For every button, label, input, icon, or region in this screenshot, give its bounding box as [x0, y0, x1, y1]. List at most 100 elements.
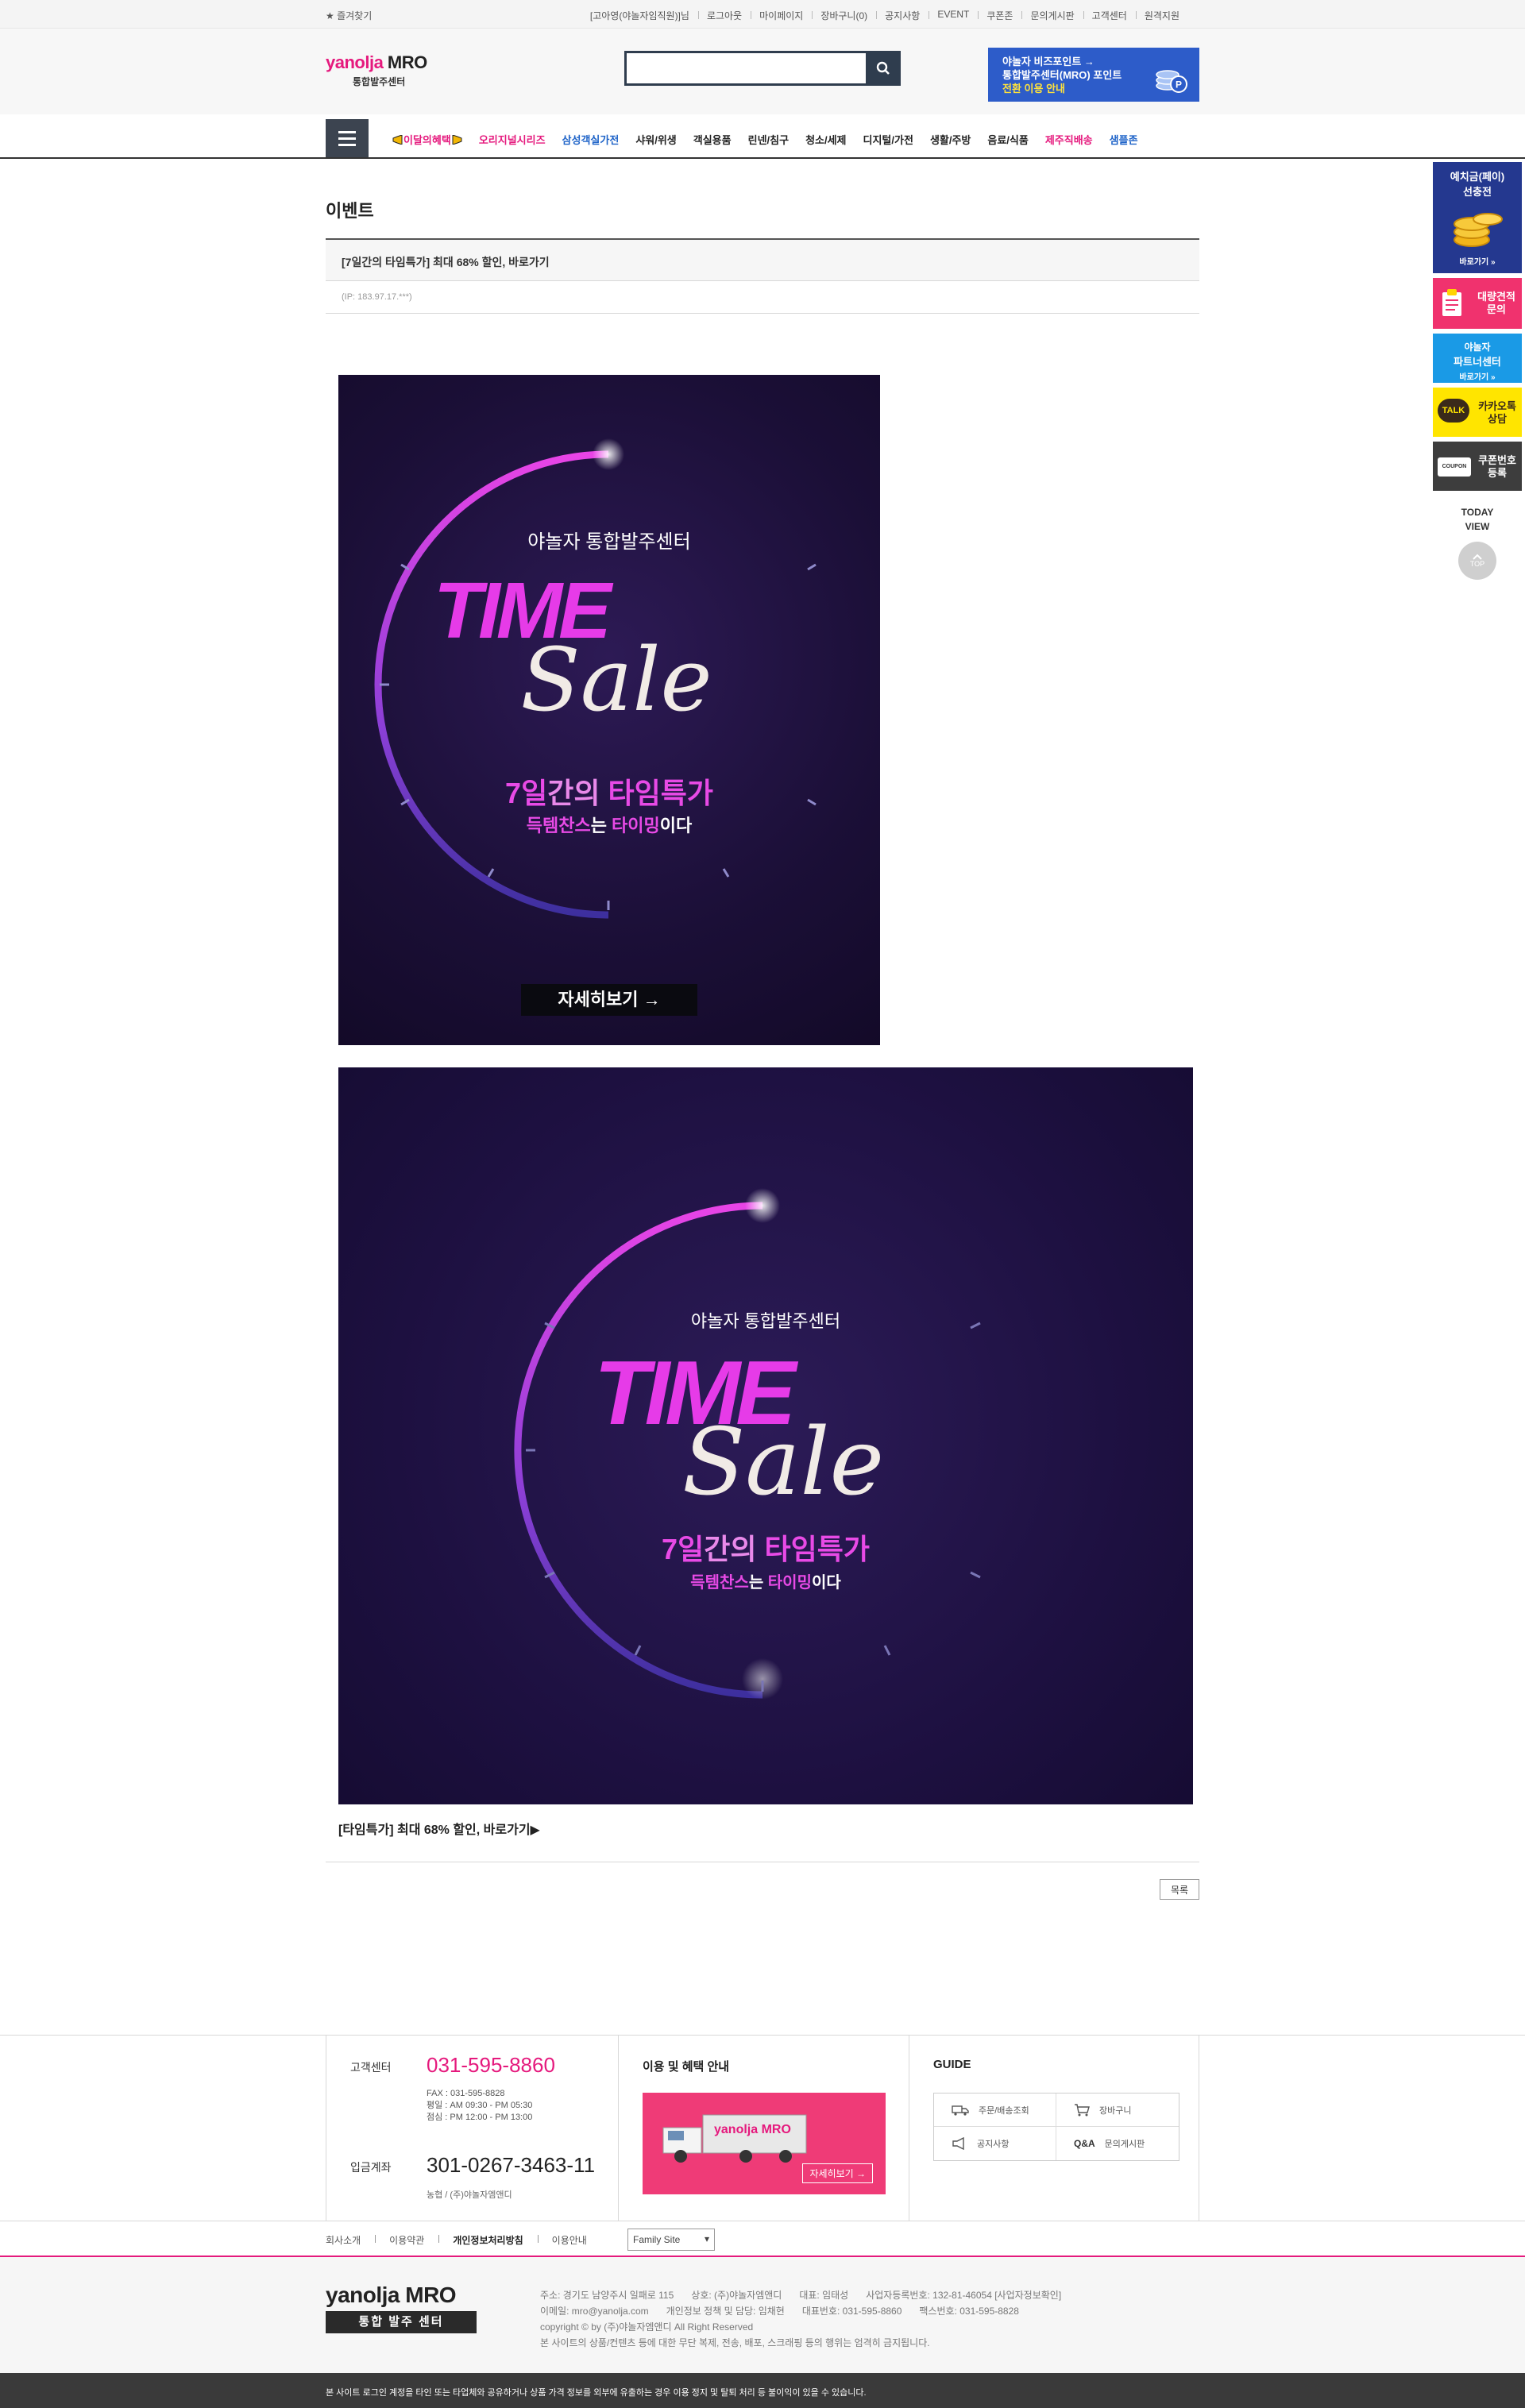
category-nav: 이달의혜택 오리지널시리즈 삼성객실가전 샤워/위생 객실용품 린넨/침구 청소…: [0, 114, 1525, 159]
event-link-caption[interactable]: [타임특가] 최대 68% 할인, 바로가기▶: [338, 1819, 540, 1838]
guide-label: 장바구니: [1099, 2105, 1132, 2116]
event-banner-vertical[interactable]: 야놀자 통합발주센터 TIME Sale 7일간의 타임특가 득템찬스는 타이밍…: [338, 375, 880, 1045]
guide-grid: 주문/배송조회 장바구니 공지사항 Q&A 문의게시판: [933, 2093, 1179, 2161]
guide-title: GUIDE: [933, 2058, 971, 2071]
guide-cart[interactable]: 장바구니: [1056, 2093, 1179, 2127]
banner-line-2: 득템찬스는 타이밍이다: [690, 1574, 841, 1592]
quick-label: 예치금(페이): [1450, 171, 1505, 183]
chevron-up-icon: [1473, 554, 1482, 560]
nav-digital[interactable]: 디지털/가전: [863, 132, 913, 147]
coins-icon: P: [1156, 70, 1187, 93]
benefit-more-button[interactable]: 자세히보기 →: [802, 2163, 873, 2183]
footer-link-guide[interactable]: 이용안내: [537, 2233, 601, 2247]
family-site-select[interactable]: Family Site: [627, 2229, 715, 2251]
guide-order-tracking[interactable]: 주문/배송조회: [934, 2093, 1056, 2127]
inquiry-board-link[interactable]: 문의게시판: [1021, 9, 1083, 22]
top-label: TOP: [1469, 560, 1485, 568]
benefit-banner[interactable]: yanolja MRO 자세히보기 →: [643, 2093, 886, 2194]
nav-linen[interactable]: 린넨/침구: [748, 132, 789, 147]
site-header: yanolja MRO 통합발주센터 야놀자 비즈포인트 → 통합발주센터(MR…: [0, 29, 1525, 114]
clipboard-icon: [1442, 289, 1461, 316]
cs-phone-number: 031-595-8860: [427, 2053, 555, 2077]
quick-link: 바로가기 »: [1459, 373, 1496, 382]
talk-bubble-icon: TALK: [1438, 399, 1469, 423]
footer-logo-text: yanolja MRO: [326, 2283, 457, 2307]
nav-kitchen[interactable]: 생활/주방: [930, 132, 971, 147]
post-subject: [7일간의 타임특가] 최대 68% 할인, 바로가기: [326, 238, 1199, 281]
today-view[interactable]: TODAY VIEW: [1433, 505, 1522, 534]
coupon-zone-link[interactable]: 쿠폰존: [978, 9, 1021, 22]
prepay-charge-button[interactable]: 예치금(페이) 선충전 바로가기 »: [1433, 162, 1522, 273]
guide-label: 주문/배송조회: [979, 2105, 1029, 2116]
banner-sale: Sale: [681, 1409, 885, 1516]
nav-cleaning[interactable]: 청소/세제: [805, 132, 846, 147]
nav-sample-zone[interactable]: 샘플존: [1110, 132, 1138, 147]
customer-center-panel: 고객센터 031-595-8860 FAX : 031-595-8828 평일 …: [326, 2036, 618, 2221]
quick-label: 상담: [1488, 413, 1507, 425]
nav-food[interactable]: 음료/식품: [987, 132, 1028, 147]
footer-links: 회사소개 이용약관 개인정보처리방침 이용안내: [326, 2233, 601, 2247]
bank-account-number: 301-0267-3463-11: [427, 2153, 596, 2177]
quick-label: 문의: [1487, 303, 1506, 315]
quick-link: 바로가기 »: [1459, 258, 1496, 267]
banner-line-1: 7일간의 타임특가: [662, 1533, 870, 1565]
today-label: VIEW: [1465, 521, 1490, 532]
megaphone-icon: [952, 2137, 964, 2150]
cart-link[interactable]: 장바구니(0): [812, 9, 876, 22]
mypage-link[interactable]: 마이페이지: [751, 9, 812, 22]
event-link[interactable]: EVENT: [929, 9, 978, 22]
search-icon: [876, 61, 890, 75]
all-category-button[interactable]: [326, 119, 369, 157]
bulk-quote-button[interactable]: 대량견적 문의: [1433, 278, 1522, 329]
nav-label: 이달의혜택: [403, 134, 451, 146]
svg-text:P: P: [1176, 79, 1182, 91]
guide-notice[interactable]: 공지사항: [934, 2127, 1056, 2160]
bank-holder: 농협 / (주)야놀자엠앤디: [427, 2190, 512, 2200]
favorite-link[interactable]: ★ 즐겨찾기: [326, 9, 372, 22]
kakaotalk-button[interactable]: TALK 카카오톡 상담: [1433, 388, 1522, 437]
remote-support-link[interactable]: 원격지원: [1135, 9, 1188, 22]
scroll-top-button[interactable]: TOP: [1458, 542, 1496, 580]
event-banner-wide[interactable]: 야놀자 통합발주센터 TIME Sale 7일간의 타임특가 득템찬스는 타이밍…: [338, 1067, 1193, 1804]
category-list: 이달의혜택 오리지널시리즈 삼성객실가전 샤워/위생 객실용품 린넨/침구 청소…: [392, 132, 1138, 147]
coupon-register-button[interactable]: COUPON 쿠폰번호 등록: [1433, 442, 1522, 491]
footer-link-privacy[interactable]: 개인정보처리방침: [438, 2233, 537, 2247]
nav-jeju[interactable]: 제주직배송: [1045, 132, 1093, 147]
partner-center-button[interactable]: 야놀자 파트너센터 바로가기 »: [1433, 334, 1522, 383]
quick-label: 파트너센터: [1454, 356, 1501, 368]
quick-label: 쿠폰번호: [1478, 454, 1516, 466]
customer-center-link[interactable]: 고객센터: [1083, 9, 1136, 22]
cs-hours: FAX : 031-595-8828 평일 : AM 09:30 - PM 05…: [427, 2089, 533, 2122]
footer-link-about[interactable]: 회사소개: [326, 2233, 375, 2247]
banner-header: 야놀자 통합발주센터: [527, 531, 691, 553]
banner-line-1: 7일간의 타임특가: [505, 777, 713, 809]
quick-label: 카카오톡: [1478, 400, 1516, 412]
logout-link[interactable]: 로그아웃: [697, 9, 751, 22]
company-details: 주소: 경기도 남양주시 일패로 115 상호: (주)야놀자엠앤디 대표: 임태성…: [540, 2290, 1062, 2348]
delivery-truck-icon: [952, 2105, 969, 2116]
footer-warning-text: 본 사이트 로그인 계정을 타인 또는 타업체와 공유하거나 상품 가격 정보를…: [326, 2388, 867, 2398]
search-input[interactable]: [627, 53, 865, 83]
nav-room-supplies[interactable]: 객실용품: [693, 132, 732, 147]
logo-subtitle: 통합발주센터: [353, 76, 406, 87]
notice-link[interactable]: 공지사항: [876, 9, 929, 22]
truck-icon: [662, 2114, 807, 2163]
footer-link-terms[interactable]: 이용약관: [375, 2233, 438, 2247]
list-button[interactable]: 목록: [1160, 1879, 1199, 1900]
footer-logo-subtitle: 통합 발주 센터: [326, 2311, 477, 2333]
quick-menu: 예치금(페이) 선충전 바로가기 » 대량견적 문의 야놀자 파트너센터 바로가…: [1433, 162, 1522, 580]
nav-shower[interactable]: 샤워/위생: [635, 132, 676, 147]
quick-label: 야놀자: [1464, 342, 1491, 353]
truck-logo: yanolja MRO: [714, 2123, 791, 2136]
coupon-ticket-icon: COUPON: [1438, 457, 1471, 477]
user-name: [고아영(야놀자임직원)]님: [589, 10, 689, 21]
banner-cta-button[interactable]: 자세히보기 →: [521, 984, 697, 1016]
bizpoint-promo-banner[interactable]: 야놀자 비즈포인트 → 통합발주센터(MRO) 포인트 전환 이용 안내 P: [988, 48, 1199, 102]
footer-links-bar: 회사소개 이용약관 개인정보처리방침 이용안내 Family Site: [0, 2221, 1525, 2257]
nav-monthly-deal[interactable]: 이달의혜택: [392, 132, 462, 147]
nav-original-series[interactable]: 오리지널시리즈: [479, 132, 546, 147]
nav-samsung[interactable]: 삼성객실가전: [562, 132, 620, 147]
guide-inquiry[interactable]: Q&A 문의게시판: [1056, 2127, 1179, 2160]
site-logo[interactable]: yanolja MRO 통합발주센터: [326, 52, 427, 88]
search-button[interactable]: [866, 51, 901, 86]
